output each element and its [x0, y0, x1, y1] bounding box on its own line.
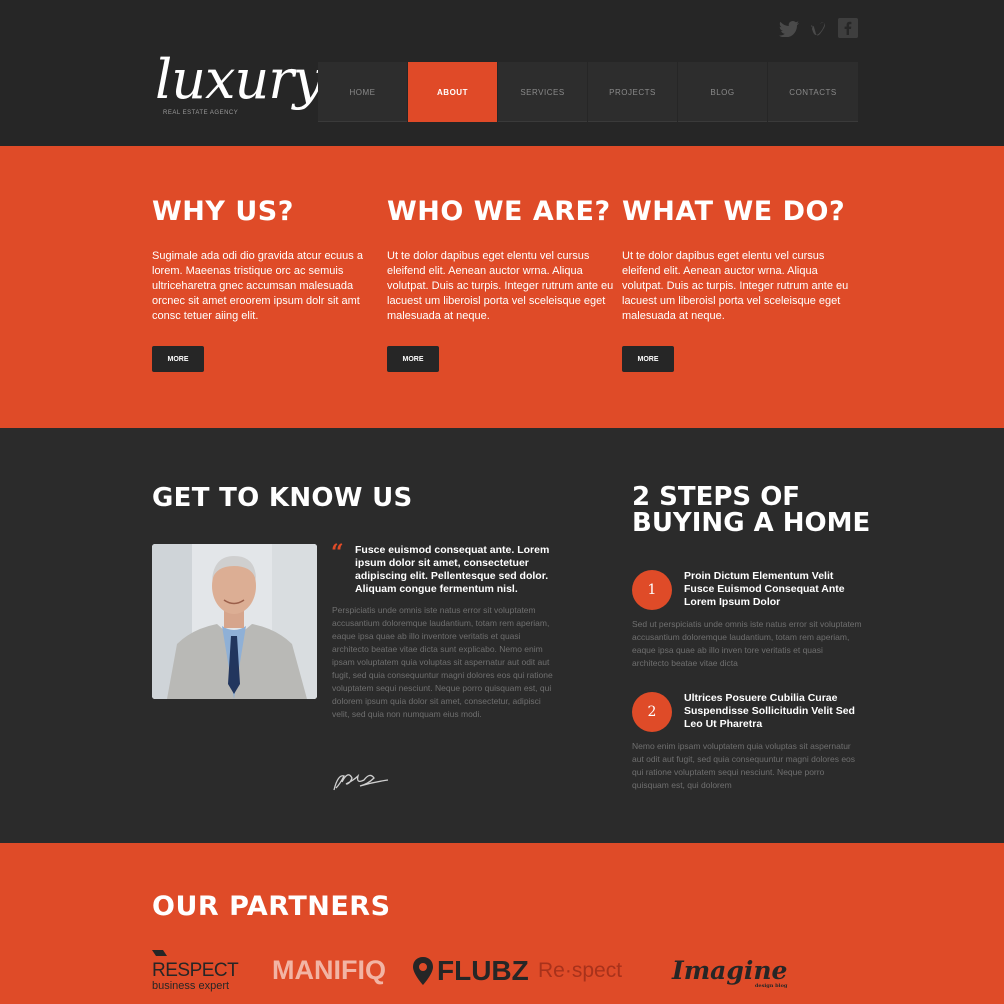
twitter-icon[interactable] — [778, 18, 800, 40]
partner-logo-flubz[interactable]: FLUBZ — [413, 948, 529, 993]
step-number: 1 — [632, 570, 672, 610]
partner-logo-re-spect[interactable]: Re·spect — [538, 948, 622, 993]
logo-text: luxury — [155, 48, 324, 111]
feature-title: WHAT WE DO? — [622, 196, 846, 227]
more-button[interactable]: MORE — [387, 346, 439, 372]
nav-item-blog[interactable]: BLOG — [678, 62, 768, 122]
partner-sub: business expert — [152, 979, 230, 992]
nav-item-contacts[interactable]: CONTACTS — [768, 62, 858, 122]
quote-icon: “ — [331, 540, 344, 566]
partner-logo-manifiq[interactable]: MANIFIQ — [272, 948, 386, 993]
partners-title: OUR PARTNERS — [152, 891, 391, 922]
partner-name: RESPECT — [152, 959, 239, 981]
step-text: Nemo enim ipsam voluptatem quia voluptas… — [632, 741, 856, 790]
step-title: Ultrices Posuere Cubilia Curae Suspendis… — [684, 692, 855, 730]
feature-why-us: WHY US? Sugimale ada odi dio gravida atc… — [152, 196, 382, 324]
partners-section: OUR PARTNERS RESPECT business expert MAN… — [0, 843, 1004, 1004]
steps-title: 2 STEPS OF BUYING A HOME — [632, 482, 871, 538]
nav-item-projects[interactable]: PROJECTS — [588, 62, 678, 122]
quote-text: Fusce euismod consequat ante. Lorem ipsu… — [355, 544, 550, 595]
nav-item-services[interactable]: SERVICES — [498, 62, 588, 122]
feature-title: WHY US? — [152, 196, 294, 227]
step-text: Sed ut perspiciatis unde omnis iste natu… — [632, 619, 862, 668]
feature-text: Ut te dolor dapibus eget elentu vel curs… — [622, 250, 849, 322]
social-links — [778, 18, 858, 40]
more-button[interactable]: MORE — [622, 346, 674, 372]
feature-text: Sugimale ada odi dio gravida atcur ecuus… — [152, 250, 363, 322]
partner-name: Re·spect — [538, 958, 623, 982]
step-title: Proin Dictum Elementum Velit Fusce Euism… — [684, 570, 845, 608]
partner-name: MANIFIQ — [272, 955, 386, 985]
location-pin-icon — [413, 956, 433, 985]
partner-logo-imagine[interactable]: Imagine design blog — [672, 948, 787, 993]
feature-who-we-are: WHO WE ARE? Ut te dolor dapibus eget ele… — [387, 196, 617, 324]
partner-sub: design blog — [754, 983, 788, 989]
nav-item-about[interactable]: ABOUT — [408, 62, 498, 122]
vimeo-icon[interactable] — [808, 18, 830, 40]
person-photo — [152, 544, 317, 699]
partner-name: FLUBZ — [437, 954, 529, 986]
main-nav: HOME ABOUT SERVICES PROJECTS BLOG CONTAC… — [318, 62, 858, 122]
feature-what-we-do: WHAT WE DO? Ut te dolor dapibus eget ele… — [622, 196, 852, 324]
more-button[interactable]: MORE — [152, 346, 204, 372]
feature-title: WHO WE ARE? — [387, 196, 611, 227]
partner-name: Imagine — [672, 956, 788, 985]
facebook-icon[interactable] — [838, 18, 858, 38]
know-body: Perspiciatis unde omnis iste natus error… — [332, 605, 553, 719]
about-section: GET TO KNOW US “ Fusce euismod consequat… — [0, 428, 1004, 843]
step-number: 2 — [632, 692, 672, 732]
signature-icon — [330, 758, 394, 798]
feature-text: Ut te dolor dapibus eget elentu vel curs… — [387, 250, 614, 322]
know-title: GET TO KNOW US — [152, 483, 413, 513]
features-section: WHY US? Sugimale ada odi dio gravida atc… — [0, 146, 1004, 428]
partner-logo-respect[interactable]: RESPECT business expert — [152, 948, 239, 993]
logo-subtitle: REAL ESTATE AGENCY — [163, 110, 239, 116]
site-header: luxury REAL ESTATE AGENCY HOME ABOUT SER… — [0, 0, 1004, 146]
logo[interactable]: luxury REAL ESTATE AGENCY — [155, 48, 324, 130]
nav-item-home[interactable]: HOME — [318, 62, 408, 122]
